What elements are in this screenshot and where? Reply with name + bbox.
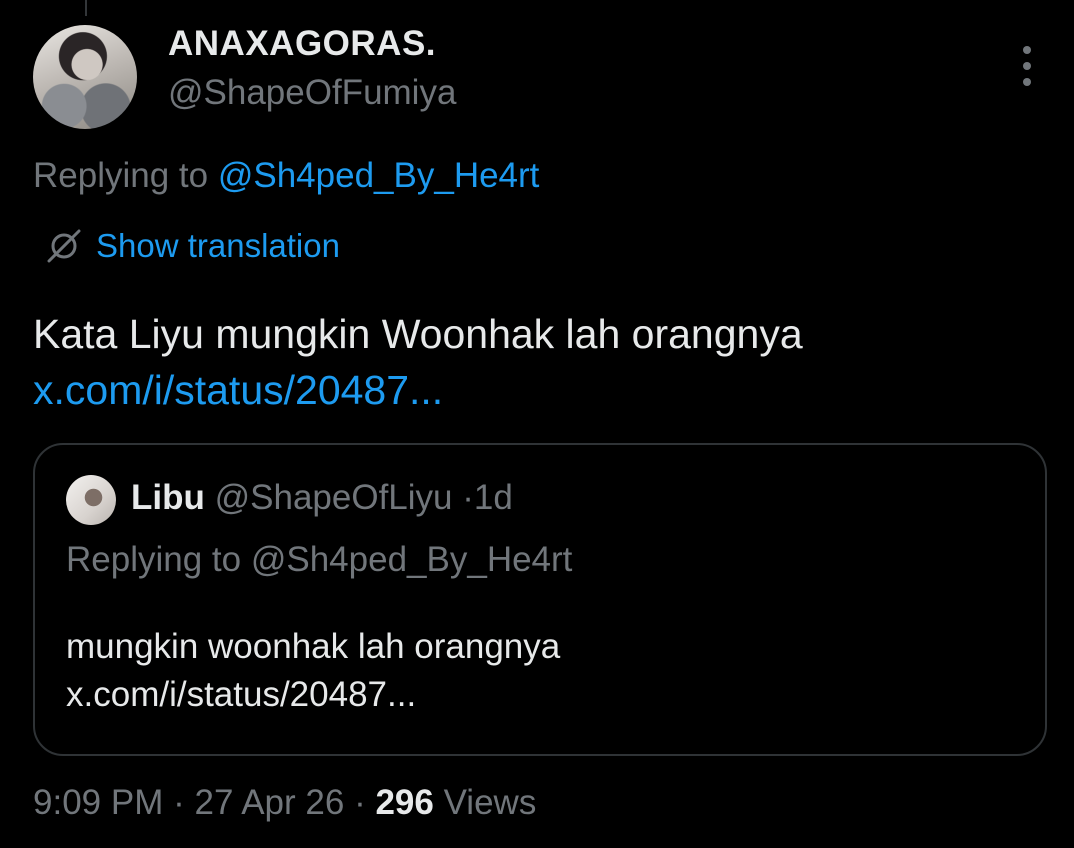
- quoted-tweet-card[interactable]: Libu @ShapeOfLiyu ·1d Replying to @Sh4pe…: [33, 443, 1047, 756]
- quoted-reply-mention: @Sh4ped_By_He4rt: [250, 540, 573, 579]
- tweet-metadata: 9:09 PM · 27 Apr 26 · 296 Views: [33, 783, 536, 823]
- tweet-date[interactable]: 27 Apr 26: [194, 783, 344, 822]
- tweet-text: Kata Liyu mungkin Woonhak lah orangnya: [33, 311, 803, 357]
- quoted-reply-prefix: Replying to: [66, 540, 242, 579]
- more-dot: [1023, 62, 1031, 70]
- quoted-author-handle: @ShapeOfLiyu: [214, 478, 453, 517]
- quoted-tweet-text: mungkin woonhak lah orangnya: [66, 627, 561, 666]
- more-dot: [1023, 78, 1031, 86]
- reply-prefix: Replying to: [33, 156, 209, 195]
- views-count[interactable]: 296: [375, 783, 433, 822]
- tweet-body: Kata Liyu mungkin Woonhak lah orangnya x…: [33, 306, 1043, 418]
- quoted-tweet-body: mungkin woonhak lah orangnya x.com/i/sta…: [66, 623, 560, 719]
- show-translation-label: Show translation: [96, 227, 340, 264]
- globe-slash-icon: [47, 229, 81, 263]
- reply-context: Replying to @Sh4ped_By_He4rt: [33, 156, 539, 196]
- show-translation-button[interactable]: Show translation: [44, 226, 340, 266]
- thread-connector-line: [85, 0, 87, 16]
- tweet-quote-link[interactable]: x.com/i/status/20487...: [33, 362, 1043, 418]
- tweet-time[interactable]: 9:09 PM: [33, 783, 163, 822]
- more-dot: [1023, 46, 1031, 54]
- quoted-tweet-age: 1d: [473, 478, 513, 517]
- quoted-reply-context: Replying to @Sh4ped_By_He4rt: [66, 540, 572, 580]
- more-options-icon[interactable]: [1016, 46, 1038, 86]
- quoted-author-name: Libu: [131, 478, 205, 517]
- meta-separator: ·: [173, 783, 185, 822]
- quoted-author-avatar: [66, 475, 116, 525]
- author-avatar[interactable]: [33, 25, 137, 129]
- reply-mention-link[interactable]: @Sh4ped_By_He4rt: [218, 156, 540, 195]
- views-label: Views: [443, 783, 537, 822]
- author-handle[interactable]: @ShapeOfFumiya: [168, 73, 456, 113]
- quoted-tweet-header: Libu @ShapeOfLiyu ·1d: [131, 478, 513, 518]
- quoted-meta-separator: ·: [462, 478, 474, 517]
- meta-separator: ·: [354, 783, 366, 822]
- quoted-tweet-link-text: x.com/i/status/20487...: [66, 675, 417, 714]
- author-display-name[interactable]: ANAXAGORAS.: [168, 24, 436, 64]
